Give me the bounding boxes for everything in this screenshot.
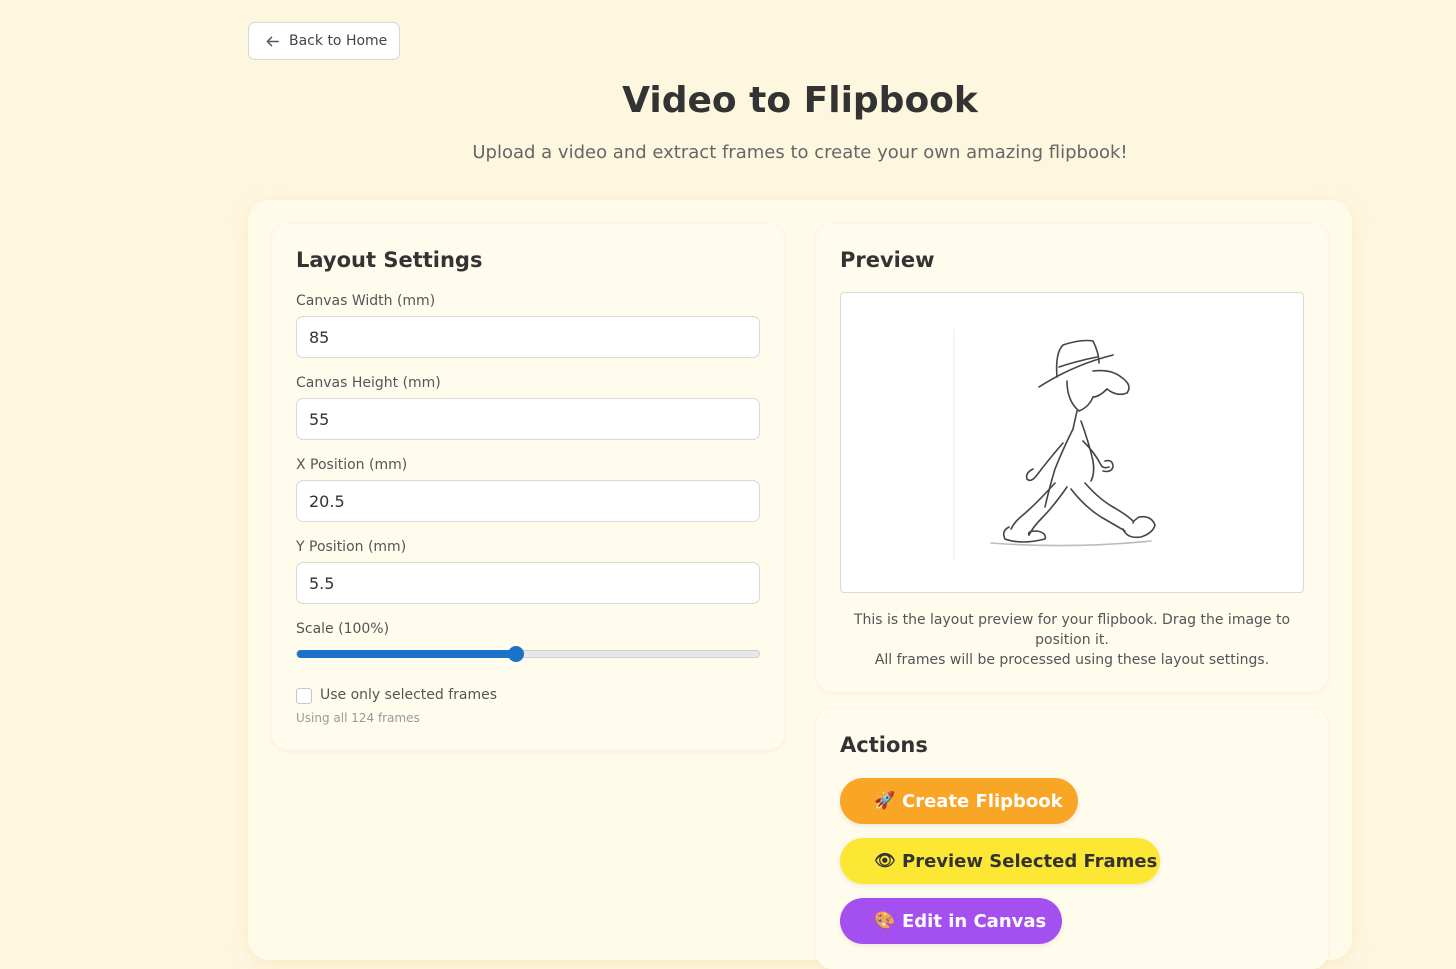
use-selected-frames-label[interactable]: Use only selected frames [320, 687, 497, 703]
create-flipbook-label: Create Flipbook [902, 790, 1063, 812]
arrow-left-icon [266, 36, 279, 46]
scale-slider-fill [297, 650, 517, 658]
canvas-height-input[interactable]: 55 [296, 398, 760, 440]
preview-selected-frames-button[interactable]: 👁 Preview Selected Frames [840, 838, 1160, 884]
y-position-input[interactable]: 5.5 [296, 562, 760, 604]
edit-in-canvas-button[interactable]: 🎨 Edit in Canvas [840, 898, 1062, 944]
scale-slider-thumb[interactable] [508, 646, 525, 662]
x-position-input[interactable]: 20.5 [296, 480, 760, 522]
preview-selected-frames-label: Preview Selected Frames [902, 850, 1158, 872]
preview-caption-line2: All frames will be processed using these… [874, 652, 1270, 668]
actions-panel: Actions 🚀 Create Flipbook 👁 Preview Sele… [816, 709, 1328, 969]
back-to-home-button[interactable]: Back to Home [248, 22, 400, 60]
layout-settings-panel: Layout Settings Canvas Width (mm) 85 Can… [272, 224, 784, 750]
rocket-icon: 🚀 [874, 791, 896, 811]
x-position-label: X Position (mm) [296, 457, 408, 473]
layout-settings-heading: Layout Settings [296, 248, 483, 272]
palette-icon: 🎨 [874, 911, 896, 931]
page-subtitle: Upload a video and extract frames to cre… [472, 142, 1128, 163]
y-position-label: Y Position (mm) [296, 539, 407, 555]
preview-panel: Preview This is the layout preview for y… [816, 224, 1328, 692]
preview-caption: This is the layout preview for your flip… [840, 610, 1304, 670]
use-selected-frames-checkbox[interactable] [296, 688, 312, 704]
preview-heading: Preview [840, 248, 935, 272]
preview-canvas[interactable] [840, 292, 1304, 593]
scale-label: Scale (100%) [296, 621, 390, 637]
canvas-width-input[interactable]: 85 [296, 316, 760, 358]
page-title: Video to Flipbook [622, 80, 978, 121]
preview-caption-line1: This is the layout preview for your flip… [853, 612, 1291, 648]
canvas-height-label: Canvas Height (mm) [296, 375, 441, 391]
sketch-walking-man-image[interactable] [841, 293, 1305, 594]
frames-count-hint: Using all 124 frames [296, 711, 420, 725]
edit-in-canvas-label: Edit in Canvas [902, 910, 1047, 932]
scale-slider[interactable] [296, 646, 760, 662]
back-button-label: Back to Home [289, 33, 388, 49]
eye-icon: 👁 [874, 851, 896, 871]
actions-heading: Actions [840, 733, 928, 757]
create-flipbook-button[interactable]: 🚀 Create Flipbook [840, 778, 1078, 824]
canvas-width-label: Canvas Width (mm) [296, 293, 436, 309]
